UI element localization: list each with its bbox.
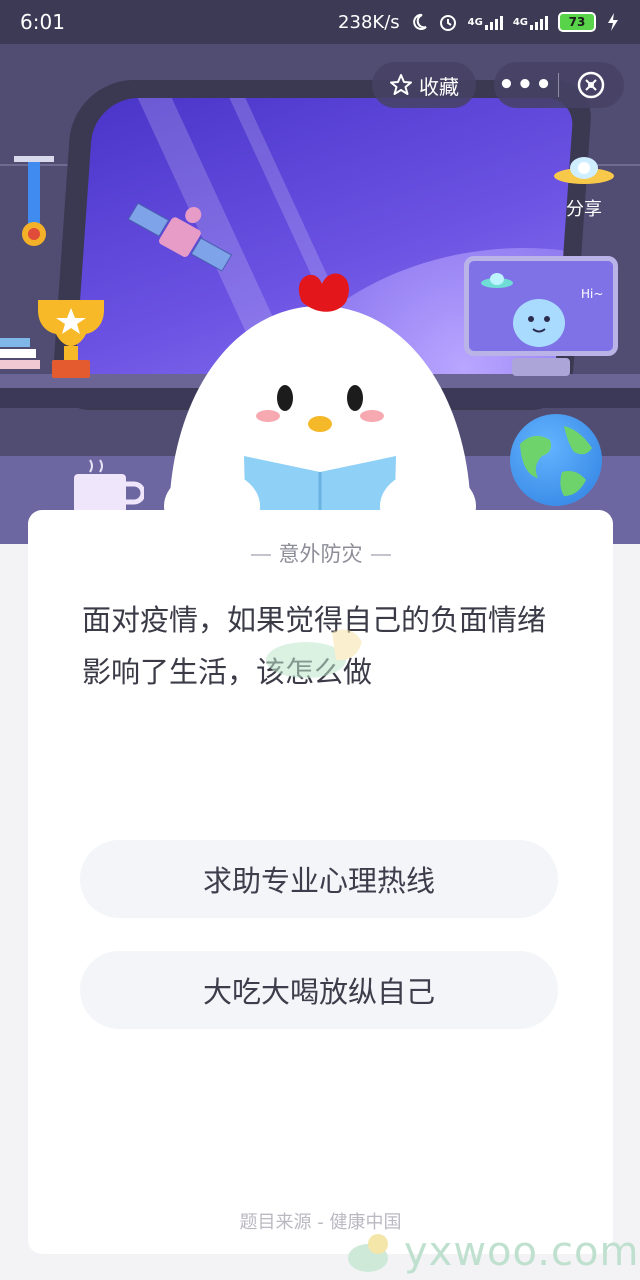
network-speed: 238K/s	[338, 11, 400, 33]
penguin-mascot	[164, 273, 476, 544]
favorite-label: 收藏	[419, 74, 459, 99]
ufo-icon	[554, 157, 614, 184]
battery-icon: 73	[558, 12, 596, 32]
medal-icon	[14, 156, 54, 246]
moon-icon	[412, 13, 427, 30]
alien-icon	[481, 273, 565, 347]
signal-icon	[484, 14, 503, 30]
charging-icon	[608, 13, 618, 31]
monitor-greeting: Hi~	[581, 287, 604, 301]
category-text: 意外防灾	[278, 542, 363, 566]
sim1-label: 4G	[467, 16, 483, 28]
share-label: 分享	[566, 199, 602, 220]
answer-option-2[interactable]: 大吃大喝放纵自己	[80, 951, 558, 1029]
alarm-icon	[439, 15, 456, 31]
miniapp-capsule: •••	[494, 62, 624, 108]
category-label: 意外防灾	[28, 538, 613, 568]
close-icon	[577, 71, 605, 99]
status-bar: 6:01 238K/s 4G 4G 73	[0, 0, 640, 44]
space-room-illustration: Hi~	[0, 44, 640, 544]
share-button[interactable]: 分享	[546, 150, 622, 221]
status-time: 6:01	[20, 10, 65, 34]
watermark: yxwoo.com	[344, 1226, 639, 1278]
close-button[interactable]	[559, 70, 623, 100]
favorite-button[interactable]: 收藏	[372, 62, 476, 108]
sim2-label: 4G	[512, 16, 528, 28]
star-icon	[390, 74, 412, 95]
watermark-logo-icon	[266, 629, 362, 678]
quiz-page: 6:01 238K/s 4G 4G 73 Hi~ 收藏 ••• 分享 意外防灾 …	[0, 0, 640, 1280]
answer-option-1[interactable]: 求助专业心理热线	[80, 840, 558, 918]
signal-icon	[530, 14, 548, 30]
watermark-text: yxwoo.com	[404, 1229, 640, 1275]
more-button[interactable]: •••	[494, 72, 558, 98]
globe-icon	[510, 414, 602, 506]
trophy-icon	[38, 300, 104, 378]
watermark-icon	[348, 1234, 388, 1272]
status-icons: 238K/s 4G 4G 73	[338, 12, 620, 33]
